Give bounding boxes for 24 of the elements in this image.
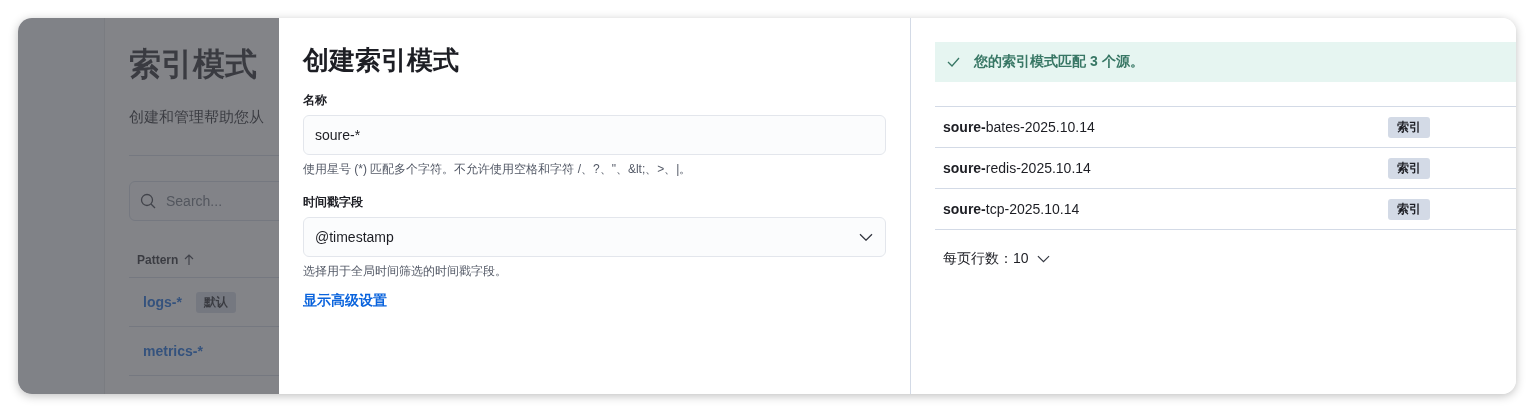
page-title: 索引模式 bbox=[129, 45, 258, 84]
search-icon bbox=[140, 193, 156, 209]
chevron-down-icon bbox=[859, 232, 873, 242]
flyout-title: 创建索引模式 bbox=[303, 44, 460, 77]
timestamp-select[interactable]: @timestamp bbox=[303, 217, 886, 257]
name-field[interactable]: soure-* bbox=[303, 115, 886, 155]
field-label: 时间戳字段 bbox=[303, 194, 364, 211]
help-text: 选择用于全局时间筛选的时间戳字段。 bbox=[303, 263, 508, 280]
source-name: soure-bates-2025.10.14 bbox=[943, 119, 1096, 135]
help-text: 使用星号 (*) 匹配多个字符。不允许使用空格和字符 /、?、"、&lt;、>、|。 bbox=[303, 161, 693, 178]
source-name: soure-redis-2025.10.14 bbox=[943, 160, 1092, 176]
field-label: 名称 bbox=[303, 92, 328, 109]
default-badge: 默认 bbox=[195, 291, 236, 313]
check-icon bbox=[947, 57, 960, 67]
page-description: 创建和管理帮助您从 bbox=[129, 108, 265, 127]
source-name: soure-tcp-2025.10.14 bbox=[943, 201, 1081, 217]
type-badge: 索引 bbox=[1388, 198, 1430, 220]
advanced-settings-link[interactable]: 显示高级设置 bbox=[303, 292, 387, 310]
chevron-down-icon bbox=[1036, 255, 1050, 263]
callout-text: 您的索引模式匹配 3 个源。 bbox=[974, 53, 1144, 71]
sort-ascending-icon bbox=[184, 254, 195, 266]
type-badge: 索引 bbox=[1388, 116, 1430, 138]
rows-per-page-button[interactable]: 每页行数：10 bbox=[943, 250, 1050, 268]
type-badge: 索引 bbox=[1388, 157, 1430, 179]
